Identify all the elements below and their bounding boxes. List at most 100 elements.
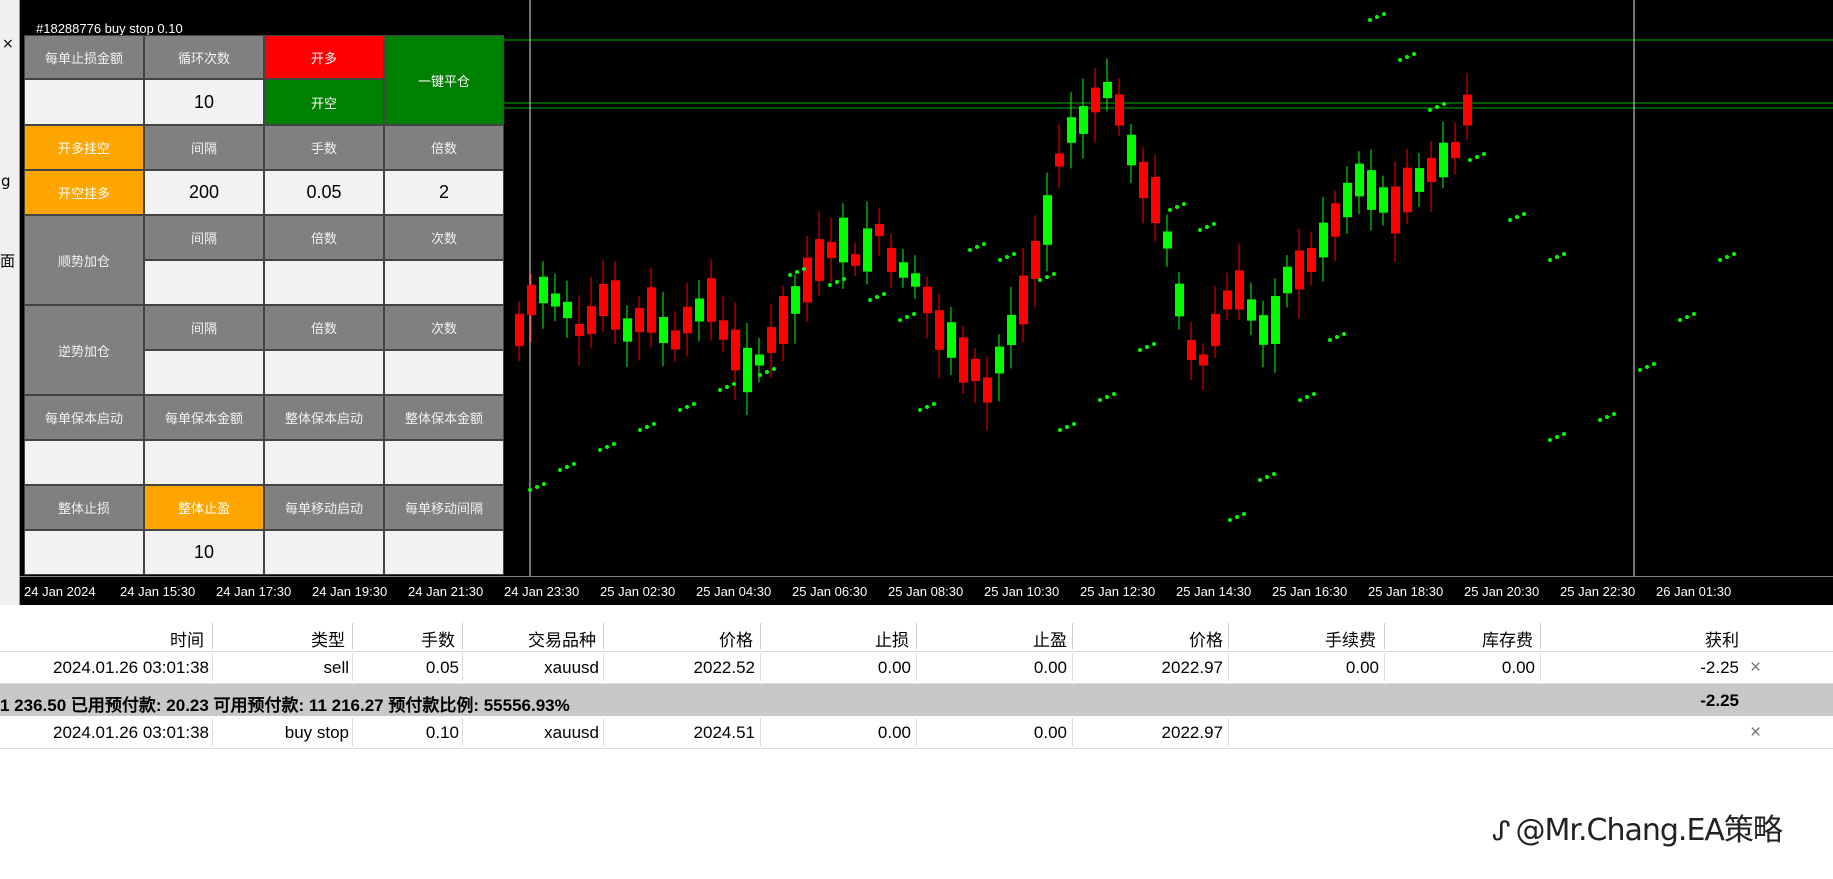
trend-add-label: 顺势加仓	[24, 215, 144, 305]
total-be-amount-input[interactable]	[384, 440, 504, 485]
candle-body	[1271, 296, 1280, 344]
sar-dot	[1335, 335, 1339, 339]
sar-dot	[932, 402, 936, 406]
candle-body	[839, 217, 848, 263]
trend-multiplier-input[interactable]	[264, 260, 384, 305]
sar-dot	[1305, 395, 1309, 399]
col-header-current-price[interactable]: 价格	[1189, 626, 1223, 651]
column-divider	[212, 623, 213, 649]
sar-dot	[1038, 278, 1042, 282]
open-long-button[interactable]: 开多	[264, 35, 384, 79]
close-position-icon[interactable]: ×	[1750, 657, 1761, 679]
column-divider	[212, 653, 213, 681]
col-header-commission[interactable]: 手续费	[1325, 626, 1376, 651]
total-be-start-input[interactable]	[264, 440, 384, 485]
candle-body	[743, 347, 752, 393]
sar-dot	[1212, 222, 1216, 226]
sar-dot	[1638, 368, 1642, 372]
candle-body	[1283, 266, 1292, 294]
sar-dot	[1442, 102, 1446, 106]
candle-body	[1115, 94, 1124, 126]
open-short-button[interactable]: 开空	[264, 79, 384, 125]
col-header-type[interactable]: 类型	[311, 626, 345, 651]
candle-body	[1199, 354, 1208, 366]
left-side-strip: × g 面	[0, 0, 20, 605]
lots-input[interactable]: 0.05	[264, 170, 384, 215]
cell-lots: 0.10	[425, 723, 459, 742]
per-order-sl-amount-label: 每单止损金额	[24, 35, 144, 79]
col-header-lots[interactable]: 手数	[421, 626, 455, 651]
sar-dot	[765, 370, 769, 374]
close-icon[interactable]: ×	[2, 36, 14, 52]
long-pending-short-button[interactable]: 开多挂空	[24, 125, 144, 170]
time-label: 25 Jan 16:30	[1272, 584, 1348, 599]
candle-body	[1343, 182, 1352, 218]
column-divider	[1072, 718, 1073, 746]
table-row[interactable]: 2024.01.26 03:01:38 buy stop 0.10 xauusd…	[0, 716, 1833, 749]
col-header-price[interactable]: 价格	[719, 626, 753, 651]
cell-sl[interactable]: 0.00	[878, 658, 911, 678]
sar-dot	[868, 298, 872, 302]
sar-dot	[918, 408, 922, 412]
total-sl-input[interactable]	[24, 530, 144, 575]
col-header-symbol[interactable]: 交易品种	[528, 626, 596, 651]
column-divider	[1540, 653, 1541, 681]
trend-interval-input[interactable]	[144, 260, 264, 305]
cell-current-price: 2022.97	[1161, 658, 1223, 677]
multiplier-label: 倍数	[384, 125, 504, 170]
col-header-swap[interactable]: 库存费	[1482, 626, 1533, 651]
total-be-start-label: 整体保本启动	[264, 395, 384, 440]
candle-body	[1211, 313, 1220, 347]
counter-multiplier-label: 倍数	[264, 305, 384, 350]
cell-tp[interactable]: 0.00	[1034, 658, 1067, 678]
sar-dot	[652, 422, 656, 426]
counter-interval-input[interactable]	[144, 350, 264, 395]
sar-dot	[1138, 348, 1142, 352]
cell-tp[interactable]: 0.00	[1034, 723, 1067, 743]
per-order-be-amount-input[interactable]	[144, 440, 264, 485]
per-order-trail-step-input[interactable]	[384, 530, 504, 575]
sar-dot	[1205, 225, 1209, 229]
cell-sl[interactable]: 0.00	[878, 723, 911, 743]
table-row[interactable]: 2024.01.26 03:01:38 sell 0.05 xauusd 202…	[0, 651, 1833, 684]
counter-count-input[interactable]	[384, 350, 504, 395]
col-header-sl[interactable]: 止损	[875, 626, 909, 651]
counter-multiplier-input[interactable]	[264, 350, 384, 395]
trend-count-input[interactable]	[384, 260, 504, 305]
sar-dot	[1692, 312, 1696, 316]
per-order-sl-amount-input[interactable]	[24, 79, 144, 125]
total-tp-button[interactable]: 整体止盈	[144, 485, 264, 530]
sar-dot	[1328, 338, 1332, 342]
candle-body	[671, 330, 680, 350]
sar-dot	[558, 468, 562, 472]
candle-body	[1151, 176, 1160, 224]
delete-order-icon[interactable]: ×	[1750, 722, 1761, 744]
price-chart[interactable]: #18288776 buy stop 0.10 24 Jan 2024 24 J…	[0, 0, 1833, 605]
candle-body	[1427, 157, 1436, 183]
loop-count-input[interactable]: 10	[144, 79, 264, 125]
sar-dot	[1718, 258, 1722, 262]
short-pending-long-button[interactable]: 开空挂多	[24, 170, 144, 215]
candle-body	[983, 377, 992, 403]
sar-dot	[528, 488, 532, 492]
col-header-time[interactable]: 时间	[170, 626, 204, 651]
sar-dot	[535, 485, 539, 489]
interval-input[interactable]: 200	[144, 170, 264, 215]
sar-dot	[1725, 255, 1729, 259]
column-divider	[1384, 653, 1385, 681]
per-order-be-start-input[interactable]	[24, 440, 144, 485]
column-divider	[352, 623, 353, 649]
per-order-trail-start-input[interactable]	[264, 530, 384, 575]
close-all-button[interactable]: 一键平仓	[384, 35, 504, 125]
sar-dot	[772, 367, 776, 371]
per-order-trail-step-label: 每单移动间隔	[384, 485, 504, 530]
col-header-profit[interactable]: 获利	[1705, 626, 1739, 651]
candle-body	[1415, 168, 1424, 192]
candle-body	[1463, 94, 1472, 126]
multiplier-input[interactable]: 2	[384, 170, 504, 215]
sar-dot	[1152, 342, 1156, 346]
total-tp-input[interactable]: 10	[144, 530, 264, 575]
cell-time: 2024.01.26 03:01:38	[53, 723, 209, 742]
candle-body	[1019, 275, 1028, 325]
col-header-tp[interactable]: 止盈	[1033, 626, 1067, 651]
